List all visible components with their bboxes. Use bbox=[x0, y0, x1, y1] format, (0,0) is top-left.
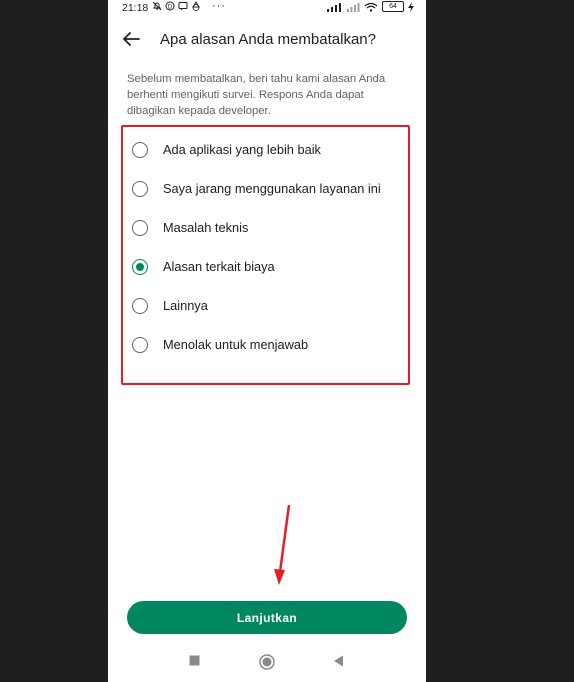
survey-description: Sebelum membatalkan, beri tahu kami alas… bbox=[127, 73, 386, 117]
muted-bell-icon bbox=[152, 1, 162, 11]
status-time: 21:18 bbox=[122, 2, 149, 14]
recents-square-icon[interactable] bbox=[189, 655, 200, 666]
system-nav-bar bbox=[108, 645, 426, 682]
data-saver-icon: D bbox=[165, 1, 175, 11]
back-arrow-icon[interactable] bbox=[120, 28, 142, 50]
back-triangle-icon[interactable] bbox=[333, 655, 344, 667]
signal-weak-icon bbox=[347, 2, 360, 12]
app-bar: Apa alasan Anda membatalkan? bbox=[108, 22, 426, 58]
svg-text:D: D bbox=[168, 5, 173, 11]
home-circle-icon[interactable] bbox=[259, 654, 275, 670]
signal-icon bbox=[327, 2, 341, 12]
page-title: Apa alasan Anda membatalkan? bbox=[160, 31, 376, 48]
battery-indicator: 64 bbox=[382, 1, 404, 12]
message-icon bbox=[178, 2, 188, 11]
charging-icon bbox=[408, 1, 414, 12]
continue-button[interactable]: Lanjutkan bbox=[127, 601, 407, 634]
status-right-icons: 64 bbox=[326, 1, 414, 12]
status-more: ··· bbox=[212, 0, 226, 12]
status-icons: D bbox=[152, 1, 201, 11]
annotation-highlight-box bbox=[121, 125, 410, 385]
wifi-icon bbox=[364, 2, 378, 12]
recycle-icon bbox=[192, 1, 200, 11]
status-bar: 21:18 D ··· 64 bbox=[108, 0, 426, 16]
